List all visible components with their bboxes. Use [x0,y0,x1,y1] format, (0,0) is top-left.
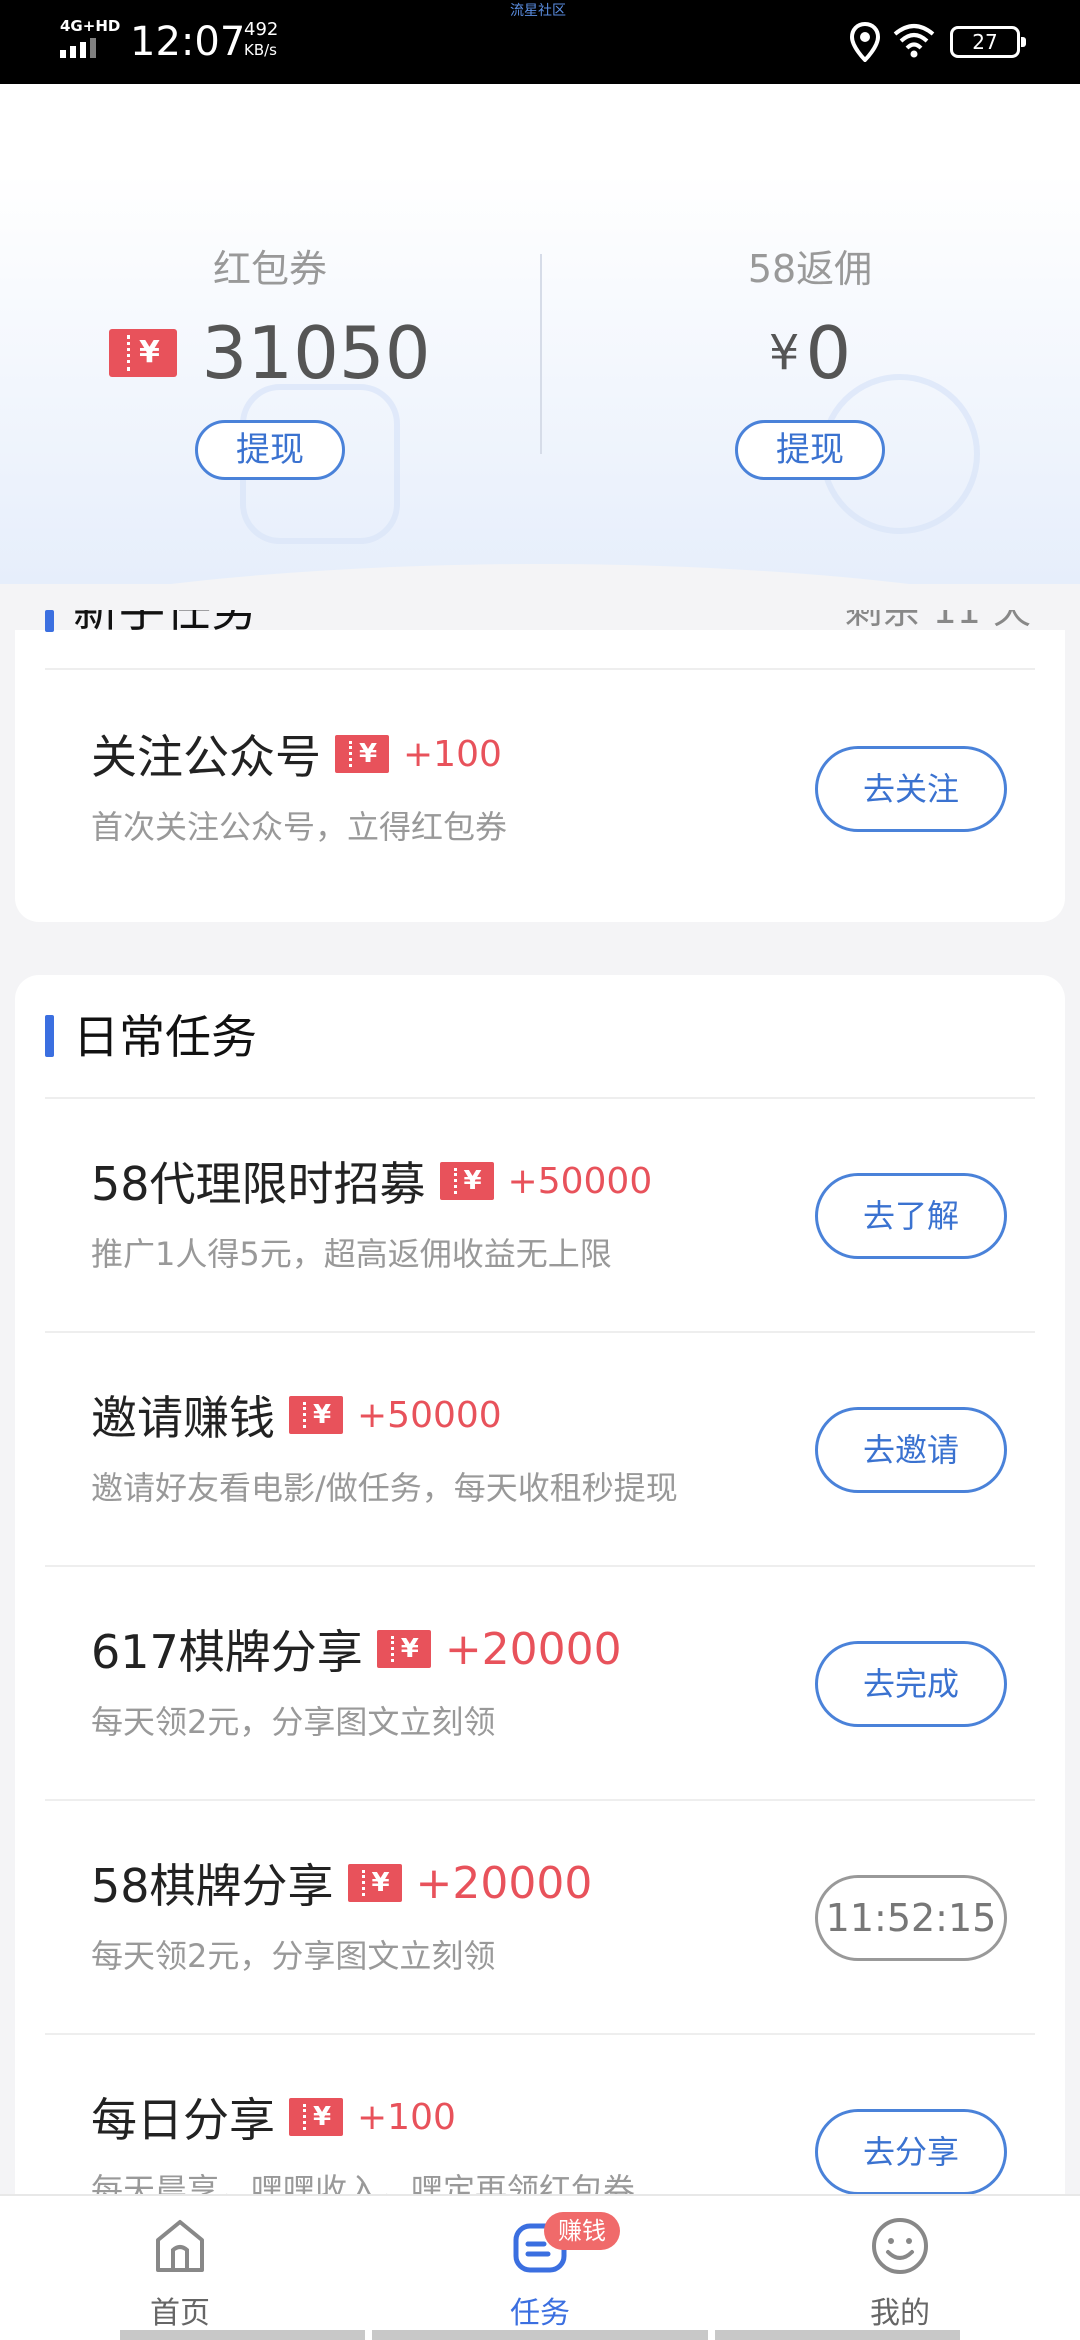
speed-unit: KB/s [244,41,277,59]
home-icon [156,2220,204,2272]
coupon-ticket-icon: ¥ [376,1630,431,1668]
coupon-amount: 31050 [201,311,431,395]
header-curve [0,564,1080,584]
share-button[interactable]: 去分享 [815,2109,1007,2195]
rebate-amount-row: ¥ 0 [540,308,1080,398]
gesture-bar [372,2330,708,2340]
task-title-row: 617棋牌分享 ¥ +20000 [91,1619,622,1680]
task-title: 617棋牌分享 [91,1625,363,1679]
gesture-bar [715,2330,960,2340]
task-title-row: 关注公众号 ¥ +100 [91,724,502,784]
nav-tasks[interactable]: 赚钱 任务 [360,2196,720,2340]
section-accent-bar [45,1015,54,1057]
task-title-row: 58棋牌分享 ¥ +20000 [91,1853,593,1914]
task-title: 58代理限时招募 [91,1157,426,1211]
task-title-row: 邀请赚钱 ¥ +50000 [91,1385,502,1445]
task-reward: +20000 [415,1857,593,1909]
task-item: 58代理限时招募 ¥ +50000 推广1人得5元，超高返佣收益无上限 去了解 [45,1099,1035,1333]
coupon-balance: 红包券 ¥ 31050 提现 [0,244,540,480]
smiley-icon [872,2218,928,2274]
network-indicator: 4G+HD [60,17,121,35]
newbie-task-card: 新手任务 剩余 11 天 关注公众号 ¥ +100 首次关注公众号，立得红包券 … [15,610,1065,924]
task-reward: +100 [357,2096,456,2138]
task-description: 邀请好友看电影/做任务，每天收租秒提现 [91,1469,678,1507]
task-title: 每日分享 [91,2093,275,2147]
speed-value: 492 [244,19,279,40]
coupon-amount-row: ¥ 31050 [0,308,540,398]
coupon-ticket-icon: ¥ [335,735,389,773]
earn-badge: 赚钱 [544,2212,620,2250]
coupon-withdraw-button[interactable]: 提现 [195,420,345,480]
rebate-withdraw-button[interactable]: 提现 [735,420,885,480]
coupon-label: 红包券 [212,247,327,291]
task-title-row: 58代理限时招募 ¥ +50000 [91,1151,652,1211]
nav-label: 首页 [150,2296,210,2331]
invite-button[interactable]: 去邀请 [815,1407,1007,1493]
coupon-ticket-icon: ¥ [347,1864,402,1902]
rebate-label: 58返佣 [747,247,873,291]
newbie-remaining-days: 剩余 11 天 [844,610,1031,632]
network-speed: 492 KB/s [244,20,278,60]
countdown-timer-button[interactable]: 11:52:15 [815,1875,1007,1961]
nav-home[interactable]: 首页 [0,2196,360,2340]
bottom-nav: 首页 赚钱 任务 我的 [0,2194,1080,2340]
task-reward: +20000 [444,1623,622,1675]
clock: 12:07 [130,19,246,65]
task-item: 关注公众号 ¥ +100 首次关注公众号，立得红包券 去关注 [45,690,1035,924]
nav-label: 我的 [870,2296,930,2331]
location-icon [850,22,880,62]
task-title-row: 每日分享 ¥ +100 [91,2087,456,2147]
task-description: 每天领2元，分享图文立刻领 [91,1703,496,1741]
newbie-section-header: 新手任务 剩余 11 天 [45,610,1035,670]
task-title: 邀请赚钱 [91,1391,275,1445]
nav-profile[interactable]: 我的 [720,2196,1080,2340]
daily-task-card: 日常任务 58代理限时招募 ¥ +50000 推广1人得5元，超高返佣收益无上限… [15,975,1065,2220]
task-title: 58棋牌分享 [91,1859,334,1913]
watermark-text: 流星社区 [510,3,566,19]
wallet-header: 红包券 ¥ 31050 提现 58返佣 ¥ 0 提现 [0,84,1080,584]
task-description: 推广1人得5元，超高返佣收益无上限 [91,1235,612,1273]
daily-section-header: 日常任务 [45,975,1035,1099]
task-item: 58棋牌分享 ¥ +20000 每天领2元，分享图文立刻领 11:52:15 [45,1801,1035,2035]
coupon-ticket-icon: ¥ [439,1162,494,1200]
battery-icon: 27 [950,26,1026,58]
task-description: 首次关注公众号，立得红包券 [91,808,508,846]
task-description: 每天领2元，分享图文立刻领 [91,1937,496,1975]
daily-section-title: 日常任务 [73,1010,257,1064]
section-accent-bar [45,610,54,632]
rebate-amount: 0 [805,311,852,395]
nav-label: 任务 [510,2296,570,2331]
task-item: 617棋牌分享 ¥ +20000 每天领2元，分享图文立刻领 去完成 [45,1567,1035,1801]
coupon-ticket-icon: ¥ [289,1396,343,1434]
currency-symbol: ¥ [768,325,800,381]
gesture-bar [120,2330,365,2340]
task-title: 关注公众号 [91,730,321,784]
coupon-ticket-icon: ¥ [289,2098,343,2136]
task-item: 每日分享 ¥ +100 每天晨享，嘿嘿收入，嘿定再领红包券 去分享 [45,2035,1035,2220]
newbie-section-title: 新手任务 [73,610,257,637]
signal-icon [60,38,96,58]
follow-account-button[interactable]: 去关注 [815,746,1007,832]
task-reward: +50000 [507,1160,653,1202]
task-reward: +50000 [357,1394,502,1436]
learn-more-button[interactable]: 去了解 [815,1173,1007,1259]
rebate-balance: 58返佣 ¥ 0 提现 [540,244,1080,480]
complete-button[interactable]: 去完成 [815,1641,1007,1727]
coupon-ticket-icon: ¥ [109,329,178,377]
wifi-icon [893,24,935,58]
status-bar: 4G+HD 12:07 492 KB/s 流星社区 27 [0,0,1080,84]
task-reward: +100 [403,733,502,775]
task-item: 邀请赚钱 ¥ +50000 邀请好友看电影/做任务，每天收租秒提现 去邀请 [45,1333,1035,1567]
